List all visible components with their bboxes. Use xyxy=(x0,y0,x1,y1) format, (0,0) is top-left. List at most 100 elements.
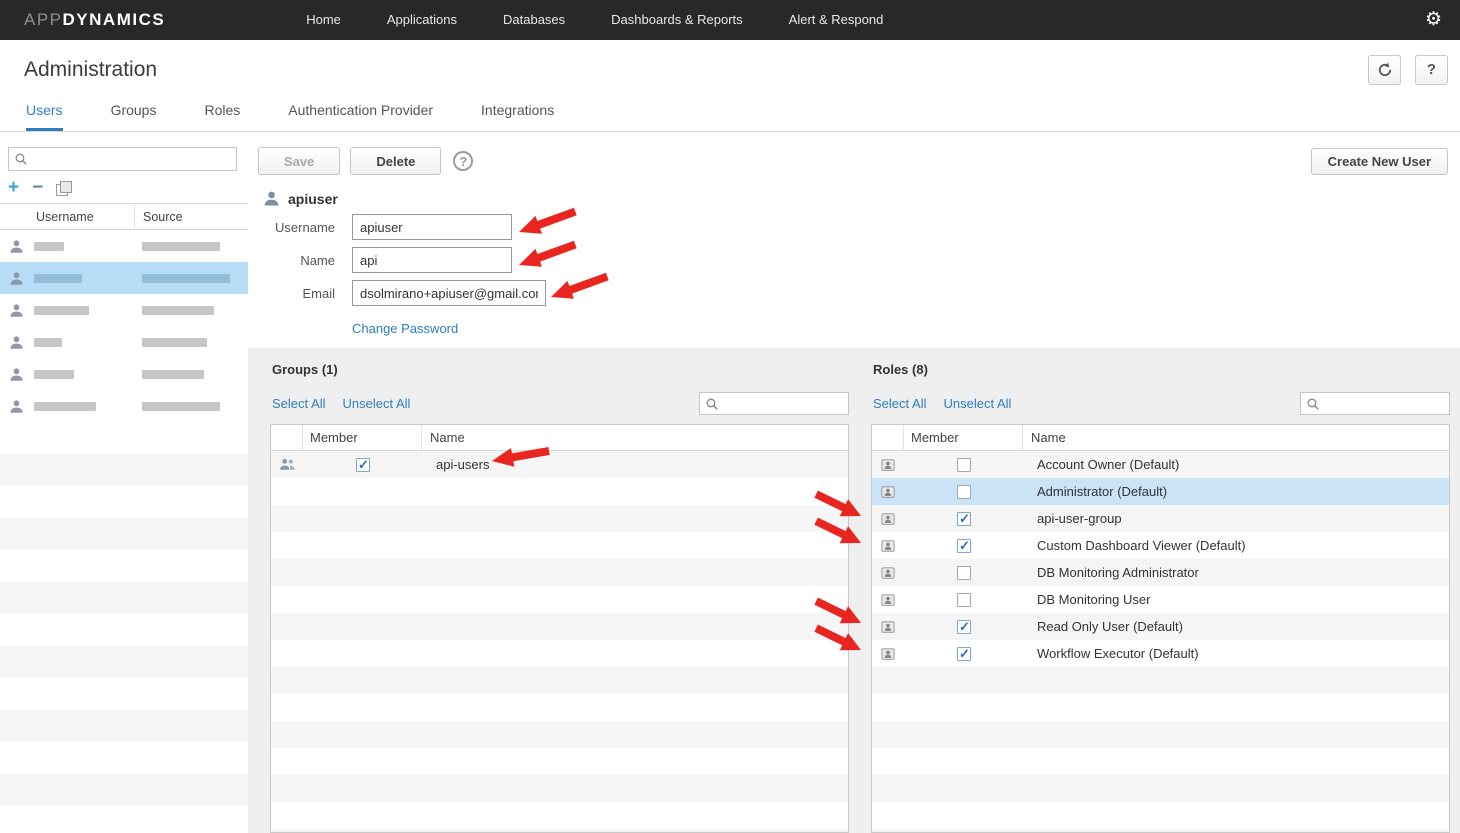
empty-row xyxy=(0,806,248,833)
topnav-item-applications[interactable]: Applications xyxy=(364,0,480,40)
appdynamics-logo[interactable]: APPDYNAMICS xyxy=(24,10,165,30)
role-name: DB Monitoring Administrator xyxy=(1030,565,1199,580)
user-list-row[interactable] xyxy=(0,326,248,358)
role-row[interactable]: DB Monitoring Administrator xyxy=(872,559,1449,586)
groups-panel-title: Groups (1) xyxy=(272,362,849,377)
delete-button[interactable]: Delete xyxy=(350,147,441,175)
redacted-source xyxy=(142,242,220,251)
user-list-row[interactable] xyxy=(0,230,248,262)
user-table-header: Username Source xyxy=(0,203,248,230)
role-row[interactable]: Read Only User (Default) xyxy=(872,613,1449,640)
add-user-icon[interactable]: + xyxy=(8,180,19,196)
user-heading: apiuser xyxy=(263,190,1450,207)
redacted-username xyxy=(34,402,96,411)
topnav-item-databases[interactable]: Databases xyxy=(480,0,588,40)
tab-roles[interactable]: Roles xyxy=(204,102,240,131)
topnav-item-dashboards-reports[interactable]: Dashboards & Reports xyxy=(588,0,766,40)
role-row[interactable]: DB Monitoring User xyxy=(872,586,1449,613)
name-input[interactable] xyxy=(352,247,512,273)
tab-authentication-provider[interactable]: Authentication Provider xyxy=(288,102,433,131)
group-icon xyxy=(279,458,296,471)
member-checkbox[interactable] xyxy=(957,485,971,499)
tab-integrations[interactable]: Integrations xyxy=(481,102,554,131)
user-icon xyxy=(9,367,24,382)
role-badge-icon xyxy=(881,539,895,553)
user-detail-section: Save Delete ? Create New User apiuser Us… xyxy=(248,132,1460,336)
roles-table-header: Member Name xyxy=(872,425,1449,451)
empty-row xyxy=(872,721,1449,748)
empty-row xyxy=(0,422,248,454)
save-button[interactable]: Save xyxy=(258,147,340,175)
empty-row xyxy=(872,694,1449,721)
top-navigation-bar: APPDYNAMICS HomeApplicationsDatabasesDas… xyxy=(0,0,1460,40)
empty-row xyxy=(271,532,848,559)
roles-unselect-all-link[interactable]: Unselect All xyxy=(943,396,1011,411)
member-checkbox[interactable] xyxy=(957,458,971,472)
user-search-input[interactable] xyxy=(8,147,237,171)
groups-search xyxy=(699,392,849,415)
role-badge-icon xyxy=(881,512,895,526)
user-list-row[interactable] xyxy=(0,294,248,326)
user-list-row[interactable] xyxy=(0,390,248,422)
role-row[interactable]: Custom Dashboard Viewer (Default) xyxy=(872,532,1449,559)
change-password-link[interactable]: Change Password xyxy=(352,321,458,336)
help-button[interactable]: ? xyxy=(1415,55,1448,85)
sidebar-search xyxy=(8,147,237,171)
tab-users[interactable]: Users xyxy=(26,102,63,131)
create-new-user-button[interactable]: Create New User xyxy=(1311,148,1448,175)
topnav-item-alert-respond[interactable]: Alert & Respond xyxy=(766,0,907,40)
groups-rows: api-users xyxy=(271,451,848,833)
settings-gear-icon[interactable]: ⚙ xyxy=(1425,0,1442,40)
user-list-row[interactable] xyxy=(0,358,248,390)
member-checkbox[interactable] xyxy=(957,566,971,580)
roles-panel-title: Roles (8) xyxy=(873,362,1450,377)
member-column-header: Member xyxy=(303,425,422,450)
role-row[interactable]: Account Owner (Default) xyxy=(872,451,1449,478)
roles-select-all-link[interactable]: Select All xyxy=(873,396,926,411)
username-input[interactable] xyxy=(352,214,512,240)
role-row[interactable]: Administrator (Default) xyxy=(872,478,1449,505)
empty-row xyxy=(0,582,248,614)
groups-select-all-link[interactable]: Select All xyxy=(272,396,325,411)
role-row[interactable]: Workflow Executor (Default) xyxy=(872,640,1449,667)
role-row[interactable]: api-user-group xyxy=(872,505,1449,532)
empty-row xyxy=(872,802,1449,829)
empty-row xyxy=(271,721,848,748)
groups-search-input[interactable] xyxy=(699,392,849,415)
empty-row xyxy=(0,678,248,710)
user-list-row[interactable] xyxy=(0,262,248,294)
redacted-source xyxy=(142,338,207,347)
member-checkbox[interactable] xyxy=(356,458,370,472)
group-row[interactable]: api-users xyxy=(271,451,848,478)
member-checkbox[interactable] xyxy=(957,620,971,634)
form-help-icon[interactable]: ? xyxy=(453,151,473,171)
empty-row xyxy=(0,742,248,774)
remove-user-icon[interactable]: − xyxy=(32,180,43,196)
copy-user-icon[interactable] xyxy=(56,181,72,196)
role-badge-icon xyxy=(881,485,895,499)
groups-unselect-all-link[interactable]: Unselect All xyxy=(342,396,410,411)
user-icon xyxy=(9,335,24,350)
main-panel: Save Delete ? Create New User apiuser Us… xyxy=(248,132,1460,833)
refresh-button[interactable] xyxy=(1368,55,1401,85)
username-form-row: Username xyxy=(258,214,1450,240)
tab-groups[interactable]: Groups xyxy=(111,102,157,131)
empty-row xyxy=(0,646,248,678)
name-form-row: Name xyxy=(258,247,1450,273)
email-input[interactable] xyxy=(352,280,546,306)
member-checkbox[interactable] xyxy=(957,539,971,553)
empty-row xyxy=(271,829,848,833)
source-column-header: Source xyxy=(135,204,183,229)
group-name: api-users xyxy=(429,457,489,472)
user-icon xyxy=(9,271,24,286)
logo-app-text: APP xyxy=(24,10,63,29)
member-checkbox[interactable] xyxy=(957,593,971,607)
member-checkbox[interactable] xyxy=(957,512,971,526)
roles-search-input[interactable] xyxy=(1300,392,1450,415)
member-checkbox[interactable] xyxy=(957,647,971,661)
topnav-item-home[interactable]: Home xyxy=(283,0,364,40)
search-icon xyxy=(705,397,719,411)
topnav-menu: HomeApplicationsDatabasesDashboards & Re… xyxy=(283,0,906,40)
redacted-source xyxy=(142,306,214,315)
roles-panel: Roles (8) Select All Unselect All Member xyxy=(871,348,1450,833)
